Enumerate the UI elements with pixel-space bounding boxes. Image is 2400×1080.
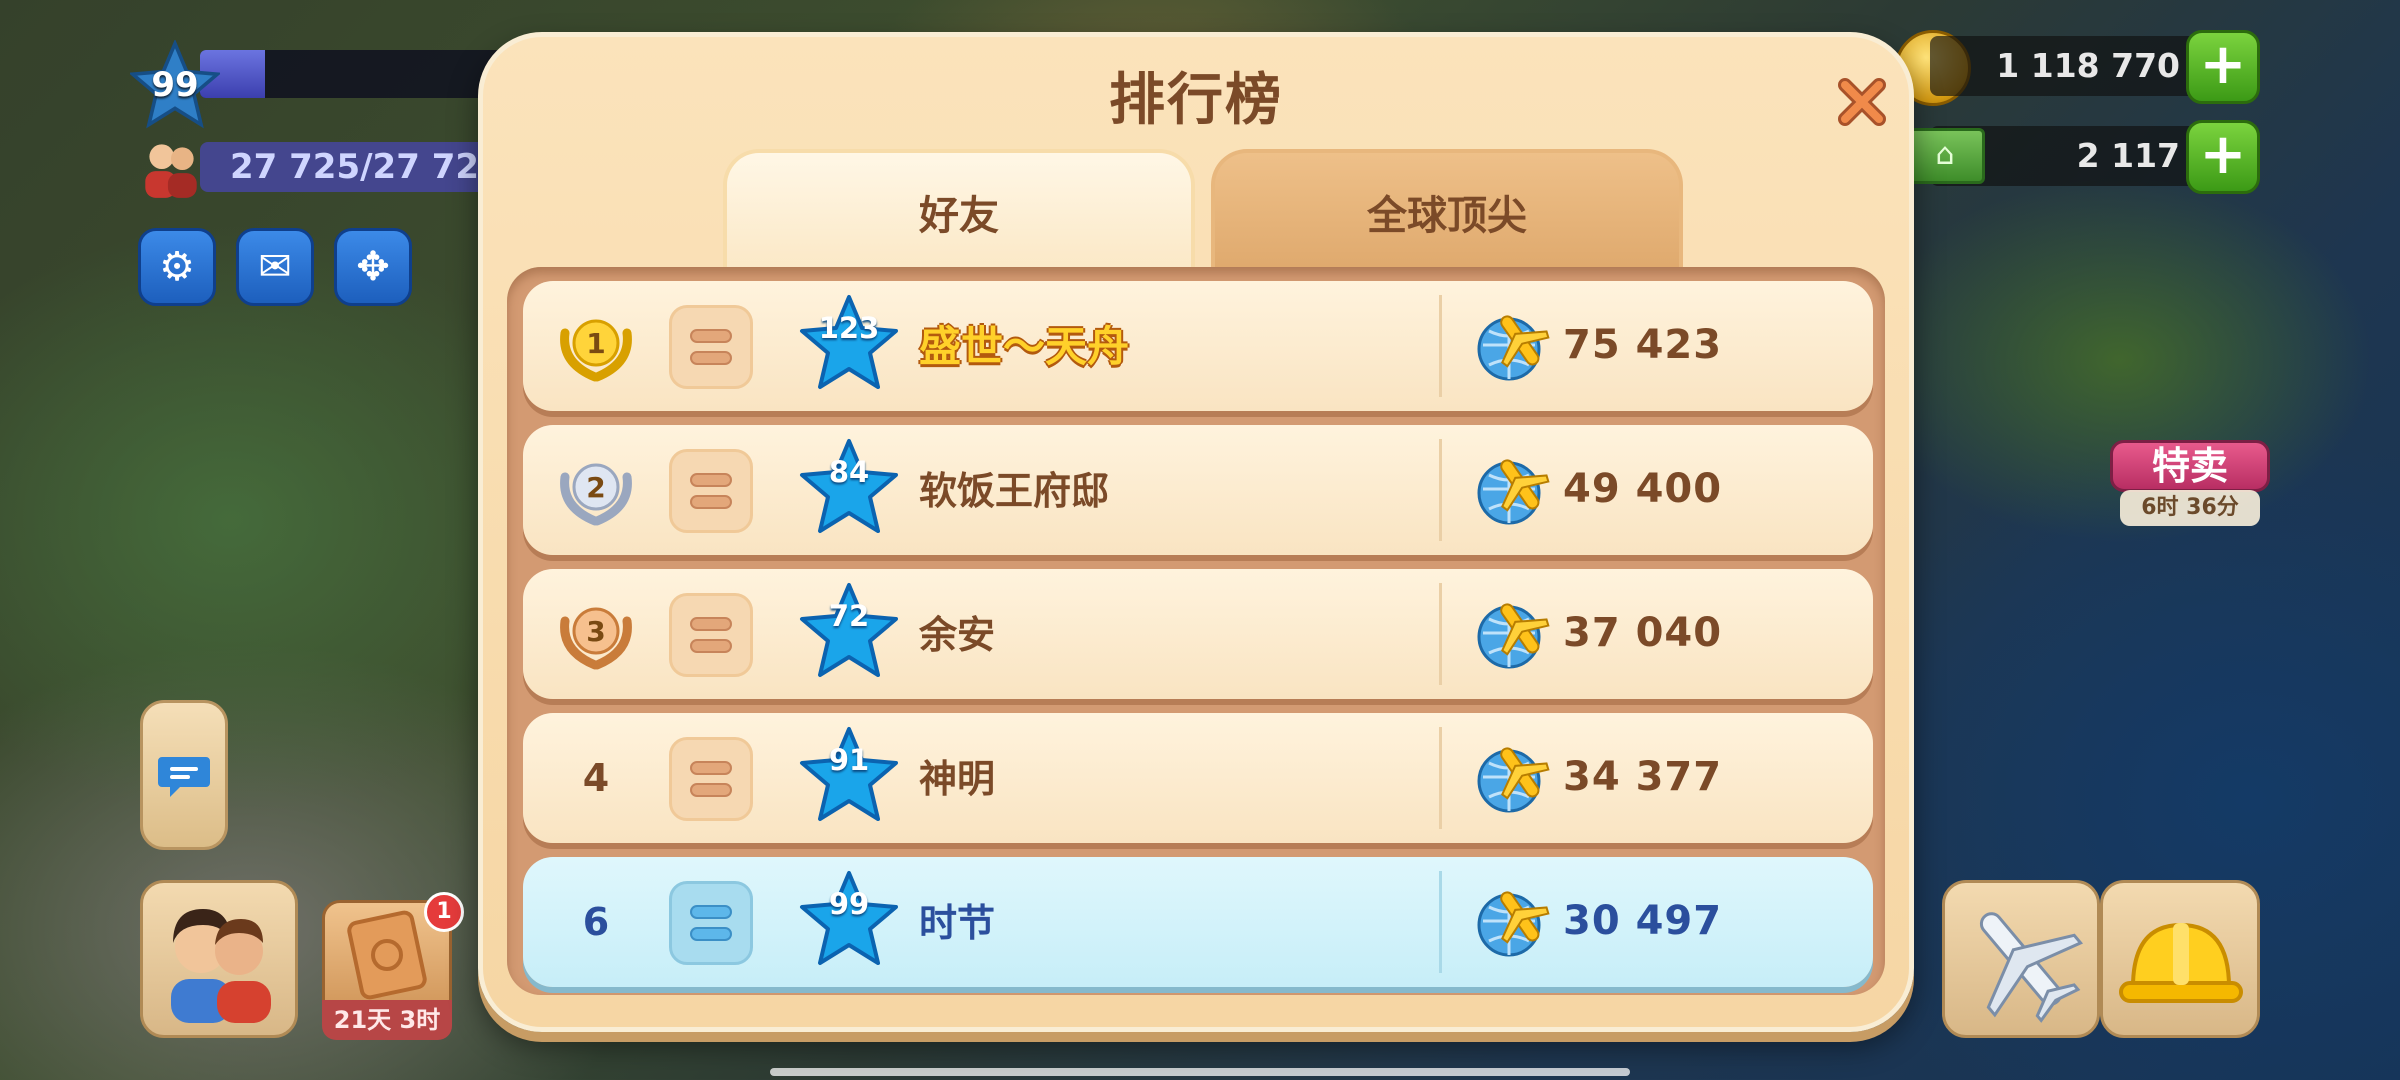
player-score: 49 400 xyxy=(1563,466,1723,512)
leaderboard-row[interactable]: 2 84 软饭王府邸 49 400 xyxy=(523,425,1873,555)
close-button[interactable] xyxy=(1831,71,1893,133)
status-menu-button[interactable] xyxy=(669,737,753,821)
player-name: 软饭王府邸 xyxy=(919,469,1110,513)
coin-counter: 1 118 770 xyxy=(1930,36,2210,96)
player-score: 34 377 xyxy=(1563,754,1723,800)
divider xyxy=(1439,871,1442,973)
status-menu-button[interactable] xyxy=(669,449,753,533)
mail-icon: ✉ xyxy=(258,244,292,290)
player-level: 99 xyxy=(151,65,199,105)
svg-text:2: 2 xyxy=(586,471,605,504)
leaderboard-list: 1 123 盛世～天舟 75 423 2 84 软饭王府邸 49 400 3 7… xyxy=(507,267,1885,995)
move-arrows-icon: ✥ xyxy=(356,244,390,290)
divider xyxy=(1439,439,1442,541)
mail-button[interactable]: ✉ xyxy=(236,228,314,306)
rank-medal-icon: 1 xyxy=(560,319,632,382)
player-level: 91 xyxy=(828,743,870,777)
status-menu-button[interactable] xyxy=(669,593,753,677)
special-offer-button[interactable]: 特卖 xyxy=(2110,440,2270,492)
special-offer-timer: 6时 36分 xyxy=(2120,490,2260,526)
add-cash-button[interactable]: + xyxy=(2186,120,2260,194)
divider xyxy=(1439,727,1442,829)
rank-medal-icon: 3 xyxy=(560,607,632,670)
gear-icon: ⚙ xyxy=(159,244,195,290)
notification-badge: 1 xyxy=(424,892,464,932)
bank-note-icon: ⌂ xyxy=(1905,128,1985,184)
airport-button[interactable] xyxy=(1942,880,2100,1038)
leaderboard-row[interactable]: 1 123 盛世～天舟 75 423 xyxy=(523,281,1873,411)
leaderboard-row[interactable]: 6 99 时节 30 497 xyxy=(523,857,1873,987)
player-level: 72 xyxy=(828,599,870,633)
player-level: 84 xyxy=(828,455,870,489)
settings-button[interactable]: ⚙ xyxy=(138,228,216,306)
player-level: 99 xyxy=(828,887,870,921)
close-icon xyxy=(1838,78,1886,126)
construction-button[interactable] xyxy=(2100,880,2260,1038)
chat-button[interactable] xyxy=(140,700,228,850)
tab-friends[interactable]: 好友 xyxy=(723,149,1195,271)
divider xyxy=(1439,295,1442,397)
add-coins-button[interactable]: + xyxy=(2186,30,2260,104)
friends-avatar-icon xyxy=(171,909,271,1023)
dialog-title: 排行榜 xyxy=(1109,68,1283,133)
leaderboard-row[interactable]: 4 91 神明 34 377 xyxy=(523,713,1873,843)
population-icon xyxy=(145,144,197,198)
player-score: 75 423 xyxy=(1563,322,1723,368)
status-menu-button[interactable] xyxy=(669,881,753,965)
player-level: 123 xyxy=(818,311,880,345)
ticket-timer: 21天 3时 xyxy=(322,1000,452,1040)
leaderboard-row[interactable]: 3 72 余安 37 040 xyxy=(523,569,1873,699)
rank-number: 6 xyxy=(582,900,610,944)
player-name: 余安 xyxy=(919,613,996,657)
hard-hat-icon xyxy=(2119,922,2243,1003)
rank-number: 4 xyxy=(582,756,610,800)
move-button[interactable]: ✥ xyxy=(334,228,412,306)
rank-medal-icon: 2 xyxy=(560,463,632,526)
globe-airplane-icon xyxy=(1477,747,1550,813)
globe-airplane-icon xyxy=(1477,459,1550,525)
player-score: 30 497 xyxy=(1563,898,1723,944)
svg-text:1: 1 xyxy=(586,327,605,360)
tab-global-top[interactable]: 全球顶尖 xyxy=(1211,149,1683,271)
player-name: 神明 xyxy=(919,757,996,801)
player-score: 37 040 xyxy=(1563,610,1723,656)
leaderboard-dialog: 排行榜 全球顶尖 好友 1 123 盛世～天舟 75 423 2 84 软饭王府… xyxy=(478,32,1914,1032)
globe-airplane-icon xyxy=(1477,315,1550,381)
player-name: 盛世～天舟 xyxy=(919,322,1130,371)
home-indicator xyxy=(770,1068,1630,1076)
chat-bubble-icon xyxy=(158,757,210,797)
airplane-icon xyxy=(1979,912,2084,1023)
globe-airplane-icon xyxy=(1477,603,1550,669)
globe-airplane-icon xyxy=(1477,891,1550,957)
status-menu-button[interactable] xyxy=(669,305,753,389)
divider xyxy=(1439,583,1442,685)
svg-text:3: 3 xyxy=(586,615,605,648)
player-name: 时节 xyxy=(919,901,996,945)
friends-button[interactable] xyxy=(140,880,298,1038)
